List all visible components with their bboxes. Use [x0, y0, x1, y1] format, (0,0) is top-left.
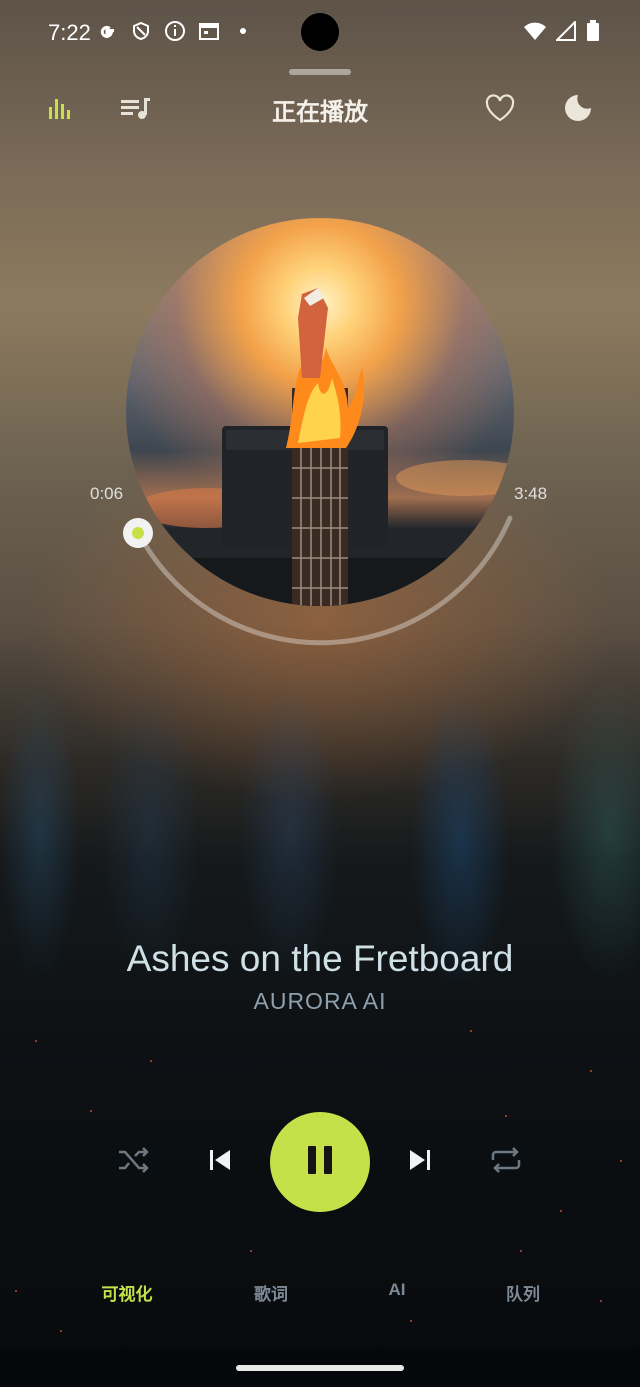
- playback-controls: [0, 1110, 640, 1214]
- next-button[interactable]: [398, 1140, 442, 1184]
- drag-handle[interactable]: [289, 69, 351, 75]
- google-icon: [96, 20, 118, 42]
- calendar-icon: [198, 20, 220, 42]
- dot-icon: [232, 20, 254, 42]
- tab-visualizer[interactable]: 可视化: [77, 1280, 177, 1305]
- moon-icon: [563, 93, 593, 128]
- player-header: 正在播放: [0, 80, 640, 136]
- tab-lyrics[interactable]: 歌词: [221, 1280, 321, 1305]
- battery-icon: [586, 20, 600, 47]
- tab-queue[interactable]: 队列: [473, 1280, 573, 1305]
- album-art-area: 0:06 3:48: [90, 200, 547, 660]
- tab-ai[interactable]: AI: [347, 1280, 447, 1300]
- previous-button[interactable]: [198, 1140, 242, 1184]
- favorite-button[interactable]: [478, 88, 522, 132]
- info-icon: [164, 20, 186, 42]
- pause-button[interactable]: [270, 1112, 370, 1212]
- progress-ring[interactable]: [100, 200, 540, 660]
- page-title: 正在播放: [272, 99, 368, 126]
- song-title: Ashes on the Fretboard: [126, 938, 514, 979]
- shuffle-button[interactable]: [112, 1140, 156, 1184]
- progress-thumb[interactable]: [123, 518, 153, 548]
- elapsed-time: 0:06: [90, 484, 124, 503]
- repeat-button[interactable]: [484, 1140, 528, 1184]
- next-icon: [408, 1149, 432, 1176]
- total-duration: 3:48: [514, 484, 548, 503]
- repeat-icon: [489, 1146, 523, 1179]
- camera-cutout: [301, 13, 339, 51]
- home-gesture-bar[interactable]: [236, 1365, 404, 1371]
- status-bar: 7:22: [0, 0, 640, 64]
- bottom-tabs: 可视化 歌词 AI 队列: [0, 1280, 640, 1310]
- status-time: 7:22: [48, 20, 91, 45]
- wifi-icon: [524, 21, 546, 46]
- shield-icon: [130, 20, 152, 42]
- system-nav-bar: [0, 1348, 640, 1387]
- pause-icon: [306, 1145, 334, 1180]
- heart-icon: [484, 93, 516, 127]
- artist-name: AURORA AI: [253, 988, 387, 1014]
- signal-icon: [554, 19, 576, 46]
- aurora-visualizer: [0, 680, 640, 980]
- shuffle-icon: [117, 1146, 151, 1178]
- previous-icon: [208, 1149, 232, 1176]
- theme-button[interactable]: [556, 88, 600, 132]
